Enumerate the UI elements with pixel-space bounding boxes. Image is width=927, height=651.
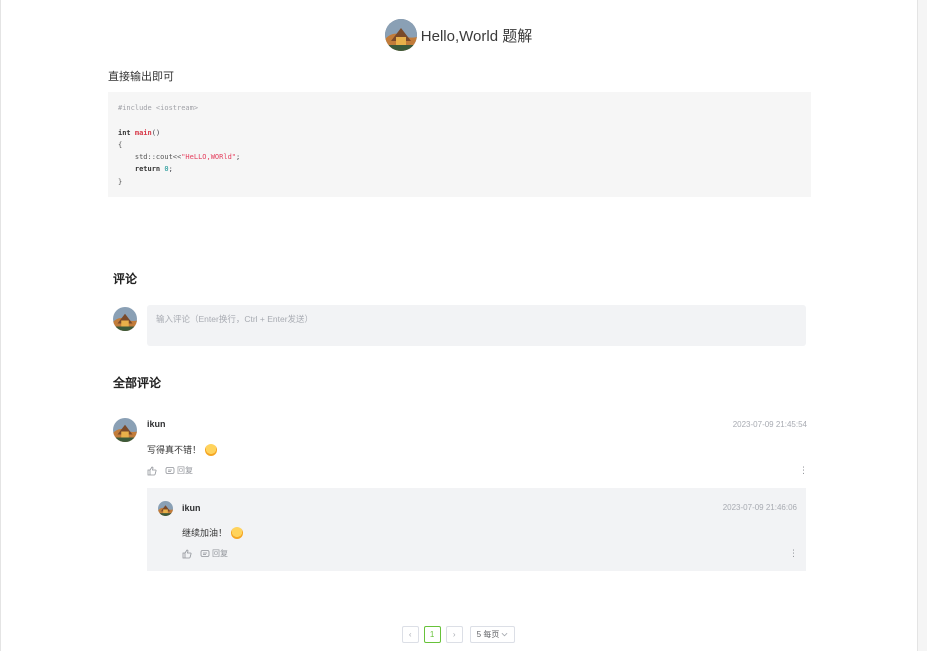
reply-label: 回复	[177, 466, 193, 475]
page-number-button[interactable]: 1	[423, 626, 441, 643]
more-options-icon[interactable]: ⋮	[799, 465, 808, 476]
code-block: #include <iostream> int main() { std::co…	[108, 92, 811, 197]
comment-actions: 回复	[147, 465, 193, 476]
reply-timestamp: 2023-07-09 21:46:06	[722, 503, 797, 512]
current-user-avatar[interactable]	[113, 307, 137, 331]
code-return-keyword: return	[134, 165, 161, 174]
reply-button[interactable]: 回复	[200, 548, 228, 559]
page-left-border	[0, 0, 1, 651]
comment-username[interactable]: ikun	[147, 419, 166, 429]
solution-header: Hello,World 题解	[0, 18, 917, 52]
next-page-button[interactable]: ›	[445, 626, 463, 643]
all-comments-title: 全部评论	[113, 376, 162, 390]
reply-avatar[interactable]	[158, 501, 173, 516]
reply-actions: 回复	[182, 548, 228, 559]
comment-text: 写得真不错！	[147, 445, 202, 455]
reply-username[interactable]: ikun	[182, 503, 201, 513]
comment-input-placeholder: 输入评论（Enter换行，Ctrl + Enter发送）	[156, 314, 314, 324]
emoji-icon	[205, 443, 218, 456]
comments-section-title: 评论	[113, 272, 138, 286]
more-options-icon[interactable]: ⋮	[789, 548, 798, 559]
page-scrollbar[interactable]	[917, 0, 927, 651]
code-include-line: #include <iostream>	[118, 104, 199, 112]
like-button[interactable]	[182, 549, 192, 559]
comment-input[interactable]: 输入评论（Enter换行，Ctrl + Enter发送）	[147, 305, 806, 346]
reply-container	[147, 488, 806, 571]
reply-content: 继续加油！	[182, 526, 244, 539]
thumbs-up-icon	[182, 549, 192, 558]
chat-icon	[165, 466, 175, 474]
code-int-keyword: int	[118, 128, 131, 137]
code-string-literal: "HeLLO,WORld"	[181, 153, 237, 162]
reply-button[interactable]: 回复	[165, 465, 193, 476]
code-main-function: main	[134, 128, 152, 137]
chat-icon	[200, 549, 210, 557]
code-open-brace: {	[118, 140, 123, 149]
comment-avatar[interactable]	[113, 418, 137, 442]
chevron-down-icon	[501, 632, 508, 637]
page-size-select[interactable]: 5 每页	[469, 626, 516, 643]
page-size-label: 5 每页	[476, 630, 500, 639]
solution-intro-text: 直接输出即可	[108, 71, 174, 83]
code-cout: std::cout<<	[134, 153, 182, 162]
thumbs-up-icon	[147, 466, 157, 475]
comment-timestamp: 2023-07-09 21:45:54	[732, 420, 807, 429]
reply-label: 回复	[212, 549, 228, 558]
reply-text: 继续加油！	[182, 528, 228, 538]
prev-page-button[interactable]: ‹	[401, 626, 419, 643]
author-avatar[interactable]	[384, 19, 417, 51]
code-semicolon-2: ;	[168, 165, 173, 174]
code-close-brace: }	[118, 177, 123, 186]
emoji-icon	[231, 526, 244, 539]
page-title: Hello,World 题解	[420, 27, 533, 45]
code-main-paren: ()	[151, 128, 161, 137]
like-button[interactable]	[147, 466, 157, 476]
code-semicolon: ;	[236, 153, 241, 162]
pagination: ‹ 1 › 5 每页	[0, 626, 917, 643]
comment-content: 写得真不错！	[147, 443, 218, 456]
